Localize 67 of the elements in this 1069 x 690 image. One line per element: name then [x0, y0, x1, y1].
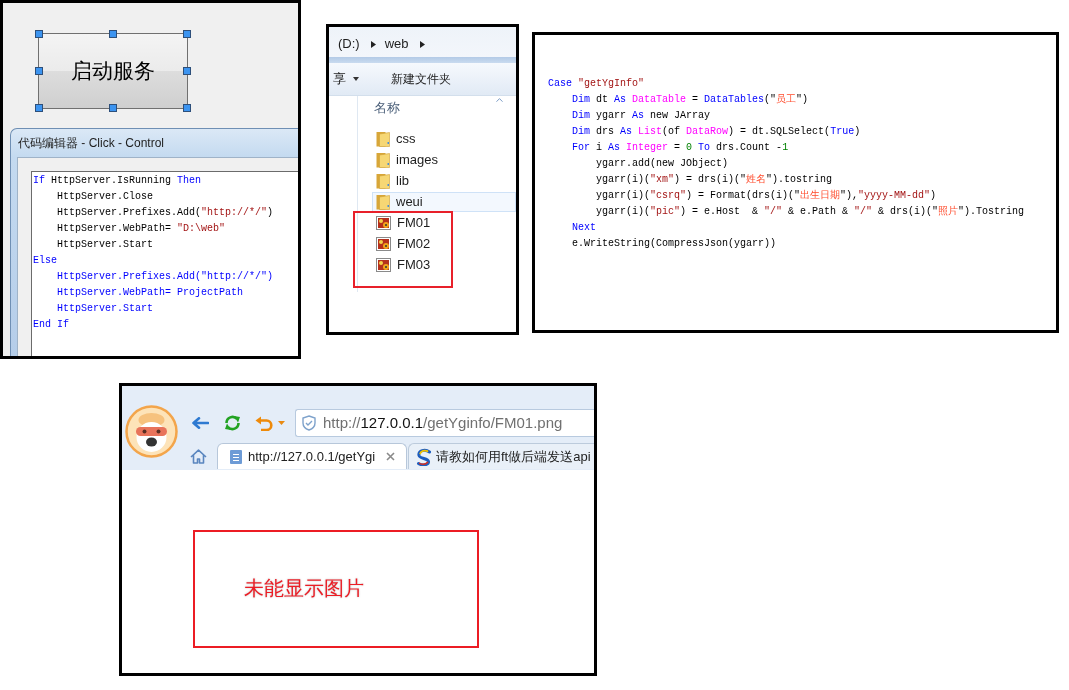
code-line: e.WriteString(CompressJson(ygarr)) — [572, 238, 777, 249]
image-file-icon — [376, 237, 391, 251]
caret-down-icon[interactable] — [278, 421, 285, 425]
code-line: Case "getYgInfo" — [548, 78, 645, 89]
resize-handle[interactable] — [183, 30, 191, 38]
file-list-item[interactable]: FM01 — [376, 213, 431, 233]
resize-handle[interactable] — [183, 67, 191, 75]
folder-icon — [376, 194, 390, 210]
triangle-right-icon[interactable] — [419, 40, 425, 48]
code-line: End If — [33, 319, 69, 330]
window-title: 代码编辑器 - Click - Control — [18, 135, 164, 152]
form-button[interactable]: 启动服务 — [38, 33, 188, 109]
code-line: Next — [572, 222, 596, 233]
code-line: ygarr(i)("pic") = e.Host & "/" & e.Path & "/" & drs(i)("照片").Tostring — [596, 206, 1025, 217]
undo-icon[interactable] — [255, 415, 273, 431]
resize-handle[interactable] — [35, 104, 43, 112]
file-list-item[interactable]: weui — [372, 192, 516, 212]
resize-handle[interactable] — [109, 30, 117, 38]
back-arrow-icon[interactable] — [192, 417, 209, 429]
file-list-item[interactable]: lib — [376, 171, 409, 191]
folder-icon — [376, 131, 390, 147]
code-line: ygarr(i)("xm") = drs(i)("姓名").tostring — [596, 174, 833, 185]
folder-icon — [376, 173, 390, 189]
resize-handle[interactable] — [35, 67, 43, 75]
code-line: ygarr.add(new JObject) — [596, 158, 729, 169]
toolbar-button[interactable]: 新建文件夹 — [391, 70, 451, 88]
code-line: HttpServer.Start — [57, 239, 153, 250]
error-message: 未能显示图片 — [244, 577, 364, 599]
code-line: HttpServer.Prefixes.Add("http://*/") — [57, 271, 274, 282]
home-icon[interactable] — [190, 448, 207, 464]
file-list-item[interactable]: FM02 — [376, 234, 431, 254]
folder-icon — [376, 152, 390, 168]
file-list-item[interactable]: images — [376, 150, 438, 170]
code-line: HttpServer.WebPath= "D:\web" — [57, 223, 226, 234]
dog-mascot-icon — [125, 405, 178, 458]
code-line: Dim ygarr As new JArray — [572, 110, 711, 121]
file-list-item[interactable]: FM03 — [376, 255, 431, 275]
document-icon — [230, 449, 242, 464]
code-line: HttpServer.Start — [57, 303, 153, 314]
breadcrumb-item[interactable]: (D:) — [338, 34, 360, 54]
image-file-icon — [376, 258, 391, 272]
breadcrumb-item[interactable]: web — [384, 34, 409, 54]
code-line: Dim drs As List(of DataRow) = dt.SQLSelect(True) — [572, 126, 861, 137]
code-line: ygarr(i)("csrq") = Format(drs(i)("出生日期"),"yyyy-MM-dd") — [596, 190, 937, 201]
code-line: HttpServer.Close — [57, 191, 153, 202]
resize-handle[interactable] — [183, 104, 191, 112]
code-line: HttpServer.WebPath= ProjectPath — [57, 287, 244, 298]
resize-handle[interactable] — [109, 104, 117, 112]
shield-icon — [302, 415, 316, 431]
caret-down-icon — [353, 77, 359, 81]
code-line: Else — [33, 255, 57, 266]
code-line: Dim dt As DataTable = DataTables("员工") — [572, 94, 809, 105]
close-icon[interactable] — [386, 452, 395, 461]
code-line: If HttpServer.IsRunning Then — [33, 175, 202, 186]
column-header[interactable]: 名称 — [374, 98, 400, 118]
triangle-right-icon[interactable] — [370, 40, 376, 48]
image-file-icon — [376, 216, 391, 230]
swirl-icon — [415, 447, 433, 466]
resize-handle[interactable] — [35, 30, 43, 38]
code-line: For i As Integer = 0 To drs.Count -1 — [572, 142, 789, 153]
address-field[interactable]: http://127.0.0.1/getYginfo/FM01.png — [295, 409, 594, 437]
toolbar-menu-button[interactable]: 享 — [333, 69, 359, 89]
browser-tab[interactable]: http://127.0.0.1/getYgi — [217, 443, 407, 469]
code-line: HttpServer.Prefixes.Add("http://*/") — [57, 207, 274, 218]
browser-tab[interactable]: 请教如何用ft做后端发送api — [408, 443, 594, 469]
refresh-icon[interactable] — [222, 415, 243, 431]
file-list-item[interactable]: css — [376, 129, 416, 149]
